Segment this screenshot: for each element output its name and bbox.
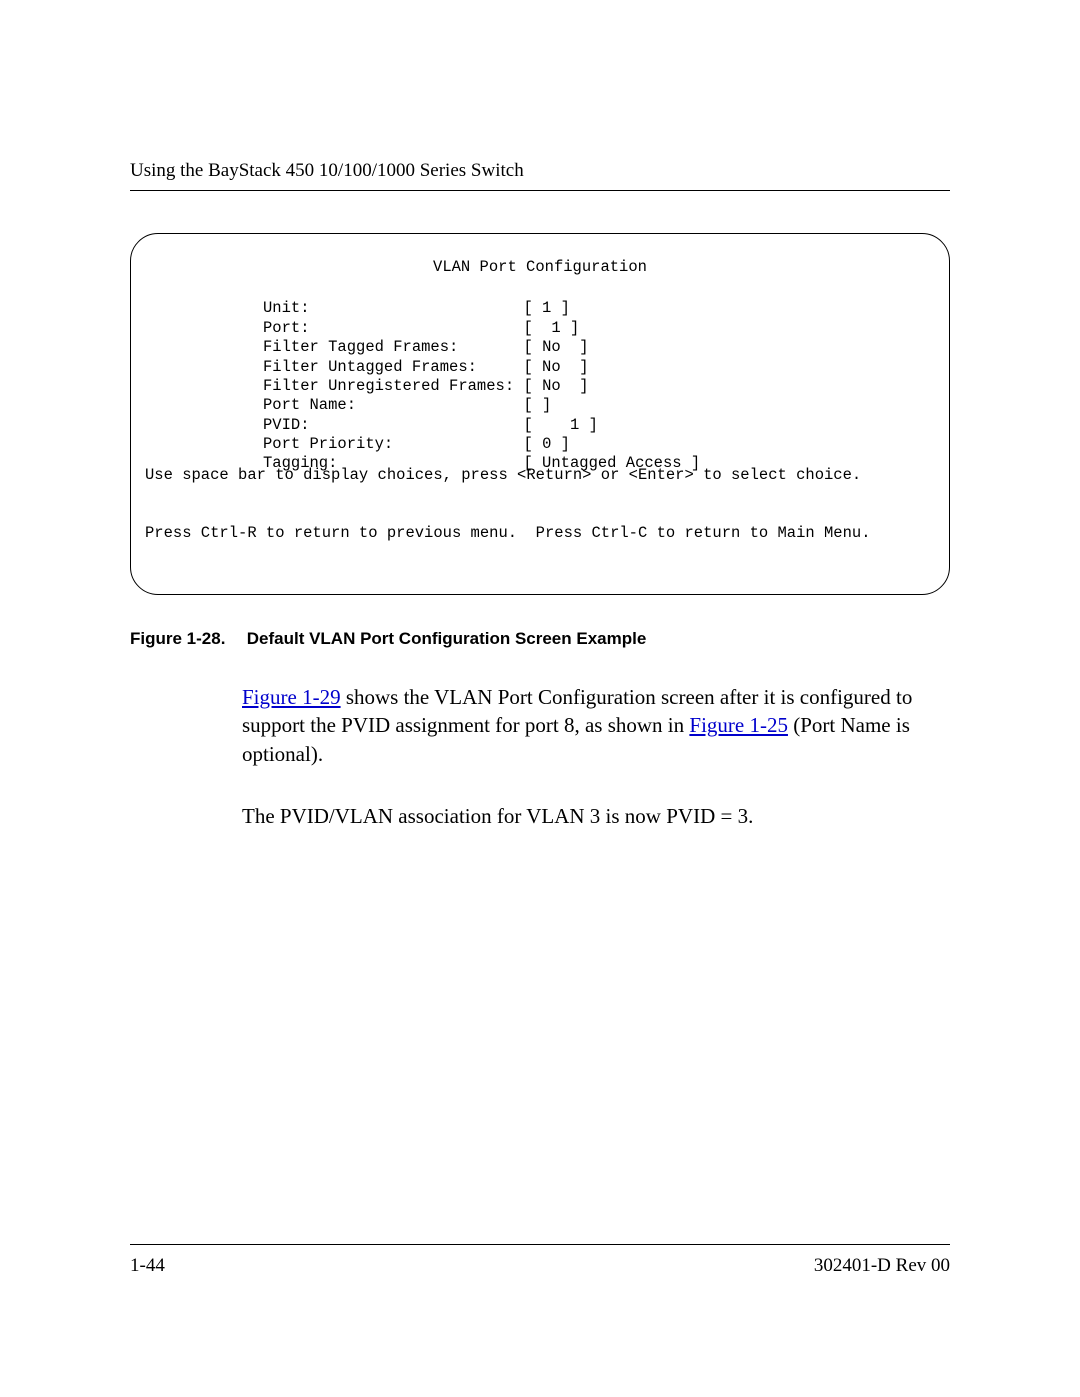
terminal-footer-line: Press Ctrl-R to return to previous menu.… xyxy=(145,524,935,543)
field-label: Port: xyxy=(263,319,310,337)
field-value: [ No ] xyxy=(523,358,588,376)
terminal-row: Filter Untagged Frames: [ No ] xyxy=(263,358,935,377)
field-label: Port Name: xyxy=(263,396,356,414)
terminal-footer-line: Use space bar to display choices, press … xyxy=(145,466,935,485)
figure-title: Default VLAN Port Configuration Screen E… xyxy=(247,629,647,648)
document-id: 302401-D Rev 00 xyxy=(814,1255,950,1277)
terminal-footer: Use space bar to display choices, press … xyxy=(145,427,935,582)
figure-caption: Figure 1-28. Default VLAN Port Configura… xyxy=(130,629,950,649)
page-footer: 1-44 302401-D Rev 00 xyxy=(130,1244,950,1277)
field-label: Filter Untagged Frames: xyxy=(263,358,477,376)
field-value: [ No ] xyxy=(523,338,588,356)
field-pad xyxy=(477,358,524,376)
body-paragraph: Figure 1-29 shows the VLAN Port Configur… xyxy=(242,683,950,768)
field-pad xyxy=(356,396,523,414)
page-number: 1-44 xyxy=(130,1255,165,1277)
terminal-row: Unit: [ 1 ] xyxy=(263,299,935,318)
field-pad xyxy=(310,319,524,337)
terminal-screen: VLAN Port Configuration Unit: [ 1 ] Port… xyxy=(130,233,950,595)
figure-link-1-29[interactable]: Figure 1-29 xyxy=(242,685,341,709)
terminal-title: VLAN Port Configuration xyxy=(145,258,935,277)
figure-number: Figure 1-28. xyxy=(130,629,242,649)
field-value: [ 1 ] xyxy=(523,319,579,337)
field-label: Filter Tagged Frames: xyxy=(263,338,458,356)
terminal-row: Port: [ 1 ] xyxy=(263,319,935,338)
field-pad xyxy=(458,338,523,356)
field-value: [ 1 ] xyxy=(523,299,570,317)
running-header: Using the BayStack 450 10/100/1000 Serie… xyxy=(130,160,950,191)
field-value: [ No ] xyxy=(523,377,588,395)
field-pad xyxy=(310,299,524,317)
field-label: Unit: xyxy=(263,299,310,317)
terminal-row: Filter Tagged Frames: [ No ] xyxy=(263,338,935,357)
terminal-row: Port Name: [ ] xyxy=(263,396,935,415)
terminal-row: Filter Unregistered Frames: [ No ] xyxy=(263,377,935,396)
field-value: [ ] xyxy=(523,396,551,414)
field-label: Filter Unregistered Frames: xyxy=(263,377,514,395)
page: Using the BayStack 450 10/100/1000 Serie… xyxy=(0,0,1080,1397)
body-paragraph: The PVID/VLAN association for VLAN 3 is … xyxy=(242,802,950,830)
figure-link-1-25[interactable]: Figure 1-25 xyxy=(689,713,788,737)
